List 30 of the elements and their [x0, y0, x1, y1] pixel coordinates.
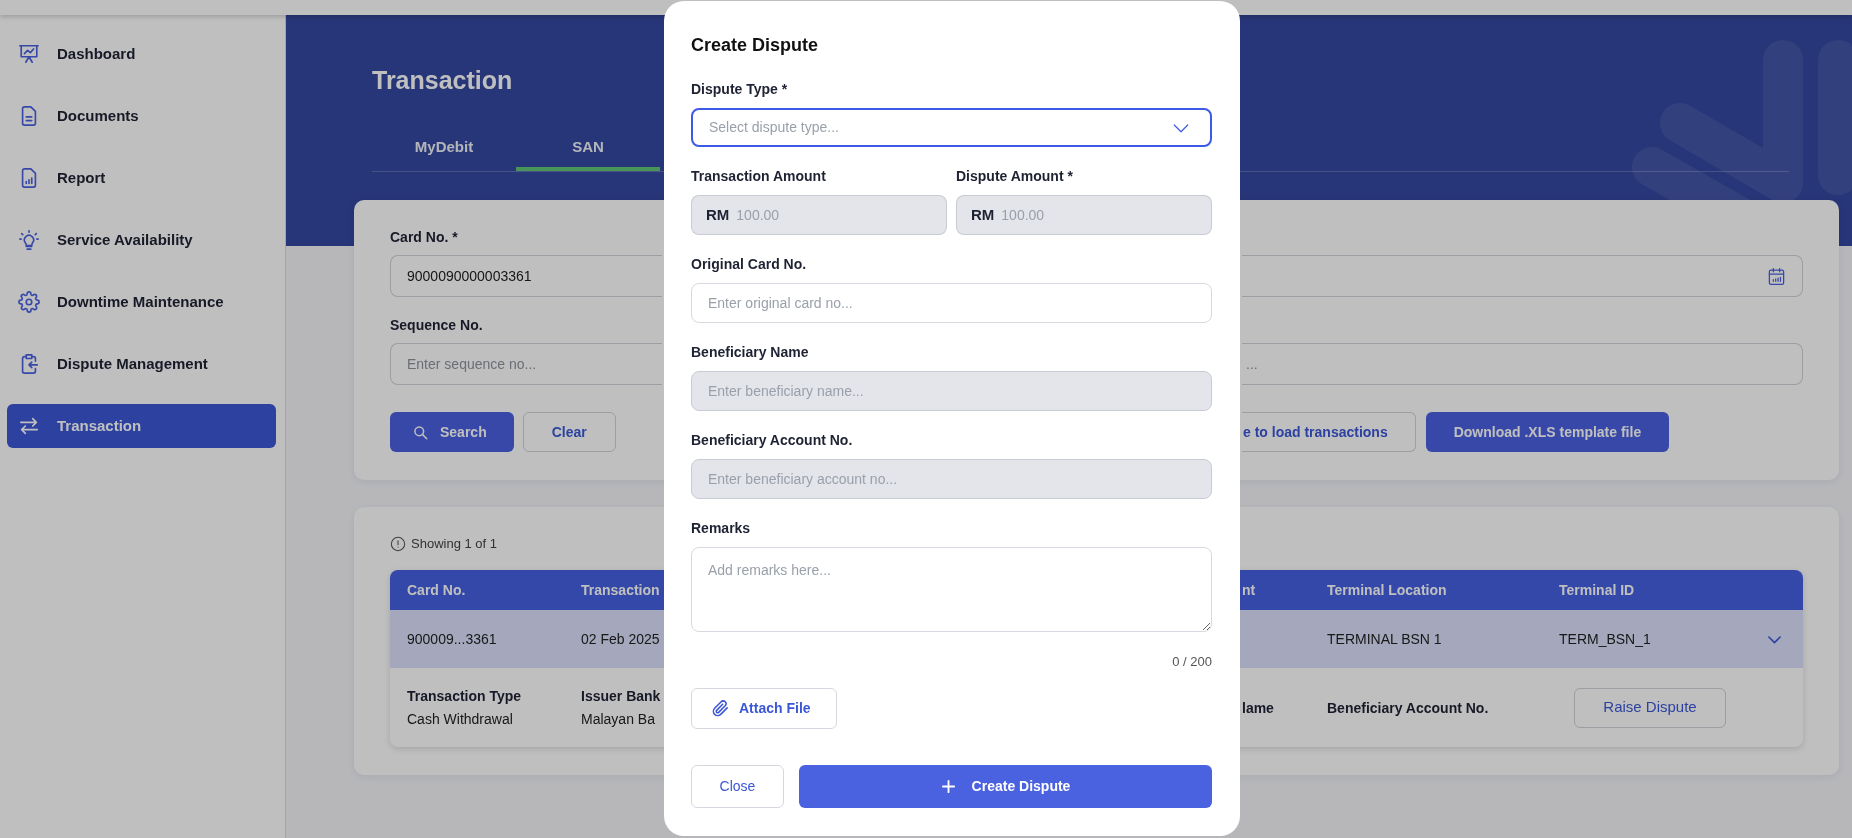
field-label: Beneficiary Name	[691, 343, 810, 361]
detail-label: Issuer Bank	[581, 687, 662, 705]
currency-prefix: RM	[691, 195, 738, 235]
field-label: Remarks	[691, 519, 752, 537]
table-cell-text: TERMINAL BSN 1	[1326, 629, 1443, 649]
table-cell-text: TERM_BSN_1	[1558, 629, 1652, 649]
table-cell-text: 900009...3361	[406, 629, 498, 649]
column-header: nt	[1242, 580, 1257, 600]
detail-value: Malayan Ba	[581, 710, 656, 728]
currency-prefix: RM	[956, 195, 1003, 235]
dialog-title: Create Dispute	[691, 34, 820, 56]
detail-label: Beneficiary Account No.	[1327, 698, 1490, 717]
character-counter: 0 / 200	[1172, 654, 1212, 670]
field-label: Beneficiary Account No.	[691, 431, 854, 449]
field-label: Sequence No.	[390, 316, 484, 334]
column-header: Terminal ID	[1558, 580, 1636, 600]
detail-label: lame	[1242, 698, 1275, 717]
column-header: Terminal Location	[1326, 580, 1448, 600]
table-cell-text: 02 Feb 2025	[580, 629, 661, 649]
detail-label: Transaction Type	[407, 687, 523, 705]
field-label: Original Card No.	[691, 255, 808, 273]
page-title: Transaction	[372, 65, 513, 95]
field-label: Dispute Type *	[691, 80, 789, 98]
column-header: Card No.	[406, 580, 467, 600]
detail-value: Cash Withdrawal	[407, 710, 514, 728]
column-header: Transaction	[580, 580, 661, 600]
field-label: Card No. *	[390, 228, 459, 246]
field-label: Dispute Amount *	[956, 167, 1074, 185]
results-summary: Showing 1 of 1	[411, 536, 497, 552]
field-label: Transaction Amount	[691, 167, 827, 185]
